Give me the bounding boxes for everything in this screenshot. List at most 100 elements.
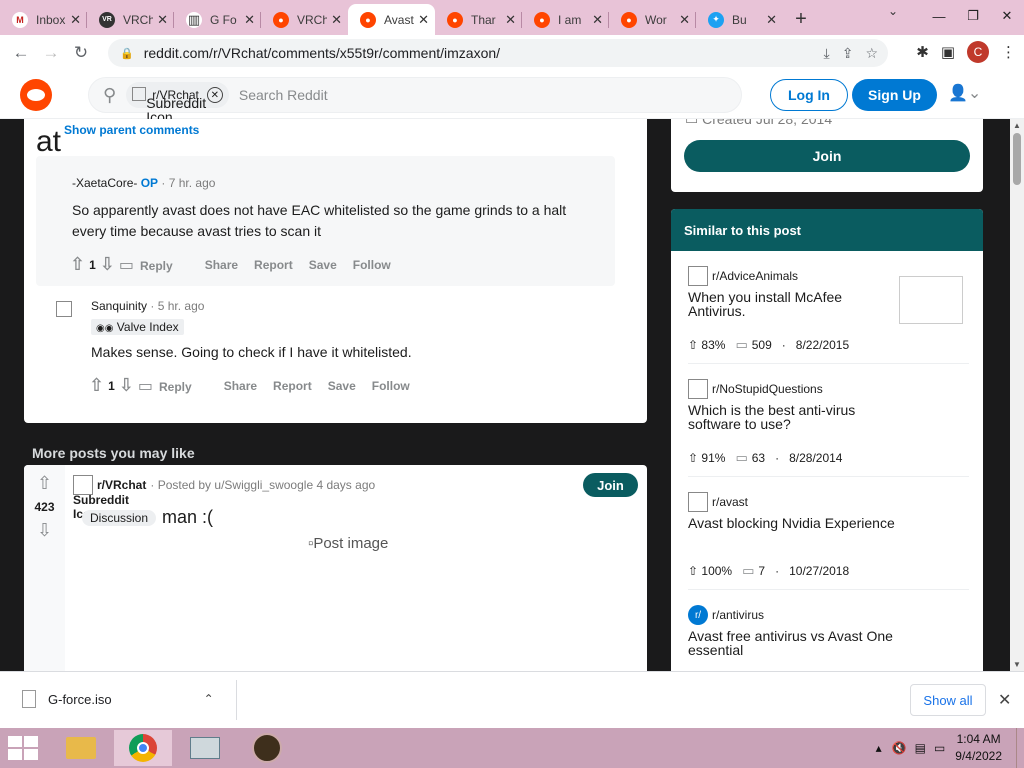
volume-muted-icon[interactable]: 🔇 — [892, 741, 907, 755]
chevron-down-icon[interactable]: ⌄ — [888, 4, 898, 18]
follow-button[interactable]: Follow — [353, 258, 391, 272]
save-button[interactable]: Save — [328, 379, 356, 393]
windows-start-icon[interactable] — [8, 736, 38, 760]
side-panel-icon[interactable]: ▣ — [941, 43, 955, 61]
upvote-icon[interactable]: ⇧ — [70, 254, 85, 275]
comment-author[interactable]: Sanquinity — [91, 299, 147, 313]
post-image[interactable]: ▫Post image — [308, 535, 388, 552]
scroll-up-icon[interactable]: ▲ — [1013, 121, 1021, 130]
close-icon[interactable]: ✕ — [244, 12, 255, 28]
notifications-icon[interactable] — [1016, 728, 1024, 768]
file-explorer-icon[interactable] — [52, 730, 110, 766]
scroll-down-icon[interactable]: ▼ — [1013, 660, 1021, 669]
post-title[interactable]: man :( — [162, 507, 213, 528]
comment-author[interactable]: -XaetaCore- — [72, 176, 137, 190]
close-icon[interactable]: ✕ — [679, 12, 690, 28]
close-icon[interactable]: ✕ — [157, 12, 168, 28]
close-icon[interactable]: ✕ — [592, 12, 603, 28]
similar-subreddit[interactable]: r/antivirus — [712, 608, 764, 622]
browser-tab-gforce[interactable]: ▥ G Fo ✕ — [174, 4, 261, 35]
task-manager-icon[interactable] — [176, 730, 234, 766]
post-author-time[interactable]: · Posted by u/Swiggli_swoogle 4 days ago — [150, 478, 375, 492]
show-all-button[interactable]: Show all — [910, 684, 986, 716]
share-button[interactable]: Share — [224, 379, 257, 393]
extensions-icon[interactable]: ✱ — [916, 43, 929, 61]
close-icon[interactable]: ✕ — [505, 12, 516, 28]
upvote-icon[interactable]: ⇧ — [37, 473, 52, 494]
tray-overflow-icon[interactable]: ▴ — [876, 741, 882, 755]
subreddit-filter-chip[interactable]: r/VRchat Subreddit Icon ✕ — [126, 82, 229, 124]
list-item[interactable]: r/AdviceAnimals When you install McAfee … — [688, 251, 969, 364]
join-button[interactable]: Join — [583, 473, 638, 497]
similar-title[interactable]: When you install McAfee Antivirus. — [688, 290, 888, 318]
new-tab-button[interactable]: + — [783, 4, 819, 35]
similar-subreddit[interactable]: r/avast — [712, 495, 748, 509]
chevron-up-icon[interactable]: ⌃ — [204, 692, 214, 706]
back-icon[interactable]: ← — [6, 38, 36, 68]
comment-time[interactable]: · 7 hr. ago — [161, 176, 215, 190]
install-icon[interactable]: ⤓ — [824, 45, 830, 62]
similar-title[interactable]: Avast free antivirus vs Avast One essent… — [688, 629, 918, 657]
game-app-icon[interactable] — [238, 730, 296, 766]
browser-tab-vrchat[interactable]: VR VRChat✕ — [87, 4, 174, 35]
report-button[interactable]: Report — [273, 379, 312, 393]
forward-icon[interactable]: → — [36, 38, 66, 68]
share-icon[interactable]: ⇪ — [842, 45, 854, 62]
report-button[interactable]: Report — [254, 258, 293, 272]
reload-icon[interactable]: ↻ — [66, 38, 96, 68]
profile-avatar[interactable]: C — [967, 41, 989, 63]
reply-button[interactable]: ▭ Reply — [119, 255, 189, 275]
post-card[interactable]: ⇧ 423 ⇩ r/VRchat · Posted by u/Swiggli_s… — [24, 465, 647, 671]
restore-icon[interactable]: ❐ — [956, 0, 990, 32]
show-parent-link[interactable]: Show parent comments — [64, 123, 199, 137]
downvote-icon[interactable]: ⇩ — [37, 520, 52, 541]
avatar[interactable] — [56, 301, 72, 317]
user-menu-icon[interactable]: 👤⌄ — [948, 83, 981, 103]
page-scrollbar[interactable]: ▲ ▼ — [1010, 119, 1024, 671]
close-window-icon[interactable]: ✕ — [990, 0, 1024, 32]
network-icon[interactable]: ▤ — [915, 741, 926, 755]
close-icon[interactable]: ✕ — [766, 12, 777, 28]
browser-tab-gmail[interactable]: M Inbox ✕ — [0, 4, 87, 35]
join-community-button[interactable]: Join — [684, 140, 970, 172]
upvote-icon[interactable]: ⇧ — [89, 375, 104, 396]
comment-time[interactable]: · 5 hr. ago — [150, 299, 204, 313]
browser-tab-reddit-vrchat[interactable]: ● VRChat✕ — [261, 4, 348, 35]
list-item[interactable]: r/r/antivirus Avast free antivirus vs Av… — [688, 590, 969, 671]
follow-button[interactable]: Follow — [372, 379, 410, 393]
downvote-icon[interactable]: ⇩ — [119, 375, 134, 396]
browser-tab-avast[interactable]: ● Avast ✕ — [348, 4, 435, 35]
close-icon[interactable]: ✕ — [418, 12, 429, 28]
signup-button[interactable]: Sign Up — [852, 79, 937, 111]
search-input[interactable]: ⚲ r/VRchat Subreddit Icon ✕ Search Reddi… — [88, 77, 742, 124]
reply-button[interactable]: ▭ Reply — [138, 376, 208, 396]
downvote-icon[interactable]: ⇩ — [100, 254, 115, 275]
close-icon[interactable]: ✕ — [998, 690, 1011, 710]
similar-subreddit[interactable]: r/AdviceAnimals — [712, 269, 798, 283]
list-item[interactable]: r/NoStupidQuestions Which is the best an… — [688, 364, 969, 477]
battery-icon[interactable]: ▭ — [934, 741, 945, 755]
kebab-menu-icon[interactable]: ⋮ — [1001, 43, 1016, 61]
address-bar[interactable]: 🔒 reddit.com/r/VRchat/comments/x55t9r/co… — [108, 39, 888, 67]
reddit-logo-icon[interactable] — [20, 79, 52, 111]
post-thumbnail[interactable] — [899, 276, 963, 324]
scrollbar-thumb[interactable] — [1013, 133, 1021, 185]
chrome-icon[interactable] — [114, 730, 172, 766]
browser-tab-thar[interactable]: ● Thar ✕ — [435, 4, 522, 35]
similar-title[interactable]: Avast blocking Nvidia Experience — [688, 516, 928, 530]
minimize-icon[interactable]: — — [922, 0, 956, 32]
similar-title[interactable]: Which is the best anti-virus software to… — [688, 403, 888, 431]
similar-subreddit[interactable]: r/NoStupidQuestions — [712, 382, 823, 396]
taskbar-clock[interactable]: 1:04 AM 9/4/2022 — [955, 731, 1002, 765]
browser-tab-wor[interactable]: ● Wor ✕ — [609, 4, 696, 35]
post-flair[interactable]: Discussion — [82, 509, 157, 526]
browser-tab-twitter[interactable]: ✦ Bu ✕ — [696, 4, 783, 35]
browser-tab-i-am[interactable]: ● I am ✕ — [522, 4, 609, 35]
close-icon[interactable]: ✕ — [70, 12, 81, 28]
bookmark-star-icon[interactable]: ☆ — [865, 45, 878, 62]
login-button[interactable]: Log In — [770, 79, 848, 111]
post-subreddit-link[interactable]: r/VRchat — [97, 478, 146, 492]
download-item[interactable]: G-force.iso ⌃ — [22, 690, 214, 708]
close-icon[interactable]: ✕ — [331, 12, 342, 28]
save-button[interactable]: Save — [309, 258, 337, 272]
